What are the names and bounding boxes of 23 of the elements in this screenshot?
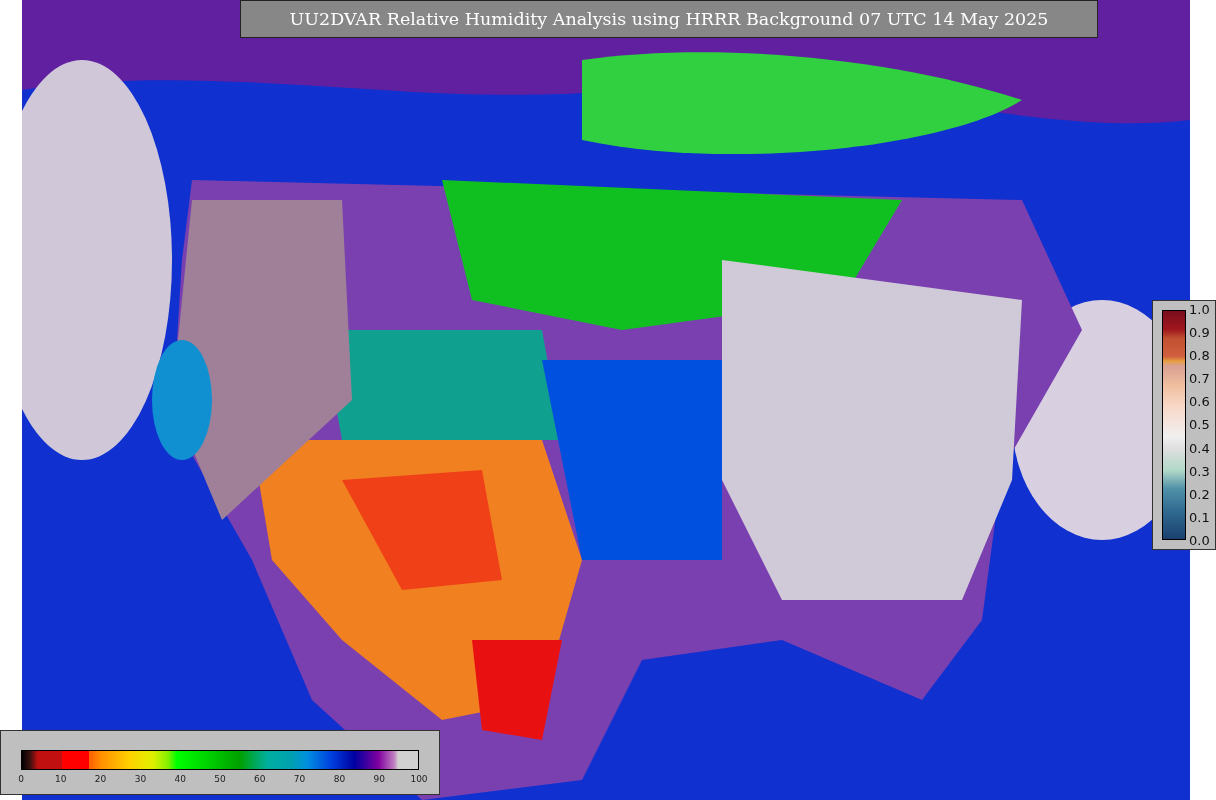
tick-label: 0.4 [1189,440,1210,456]
tick-label: 40 [174,774,186,785]
tick-label: 0.1 [1189,509,1210,525]
tick-label: 70 [293,774,306,785]
tick-label: 0.3 [1189,463,1210,479]
tick-label: 50 [214,774,226,785]
tick-label: 0 [18,774,24,785]
tick-label: 90 [373,774,385,785]
tick-label: 80 [333,774,346,785]
map-title: UU2DVAR Relative Humidity Analysis using HRRR Background 07 UTC 14 May 2025 [240,0,1098,38]
tick-label: 10 [55,774,67,785]
tick-label: 60 [254,774,266,785]
tick-label: 0.5 [1189,417,1210,433]
tick-label: 0.8 [1189,348,1210,364]
tick-label: 0.6 [1189,394,1210,410]
tick-label: 0.2 [1189,486,1210,502]
tick-label: 30 [134,774,147,785]
tick-label: 20 [94,774,107,785]
tick-label: 0.0 [1189,532,1210,548]
tick-label: 0.9 [1189,325,1210,341]
tick-label: 0.7 [1189,371,1210,387]
tick-label: 1.0 [1189,302,1210,317]
tick-label: 100 [410,774,428,785]
